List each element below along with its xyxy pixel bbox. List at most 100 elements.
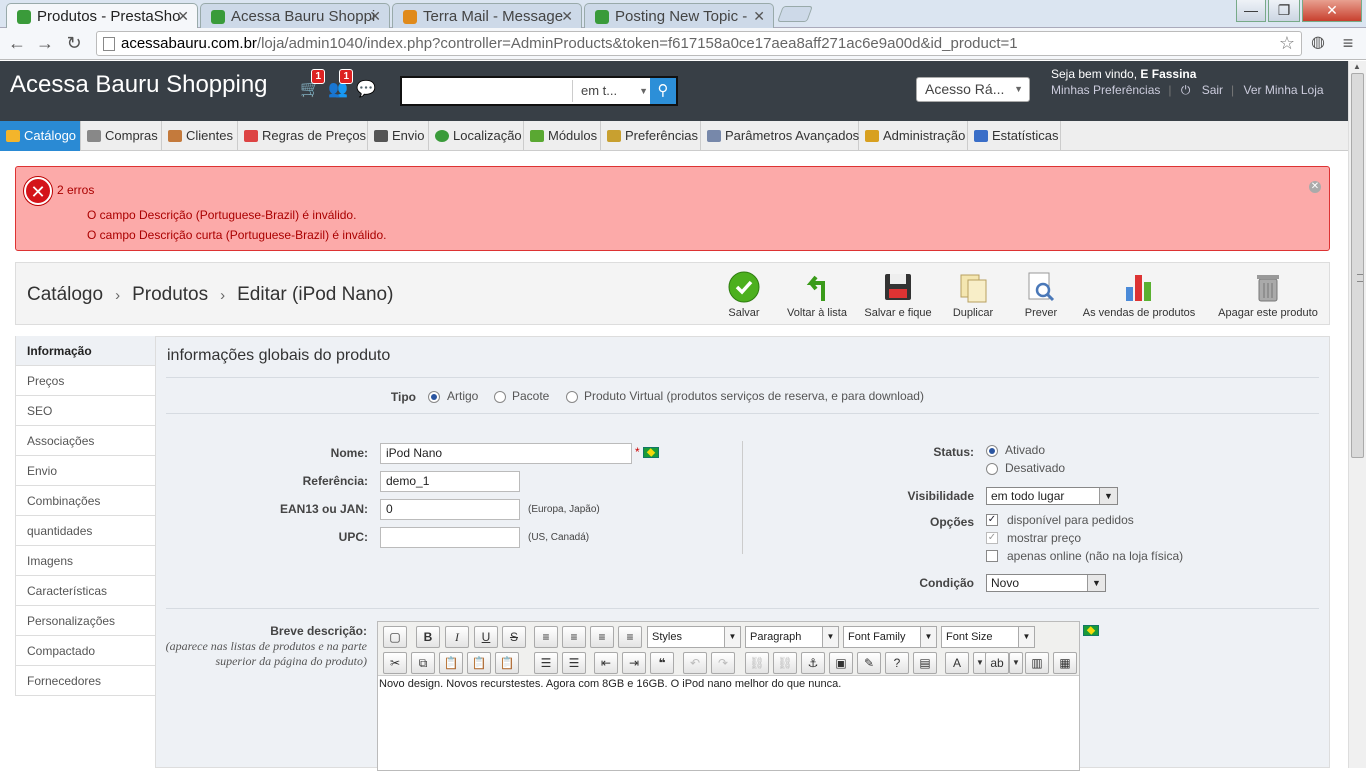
- anchor-icon[interactable]: ⚓: [801, 652, 825, 674]
- browser-tab-posting[interactable]: Posting New Topic - ✕: [584, 3, 774, 28]
- scroll-up-icon[interactable]: ▲: [1353, 62, 1361, 71]
- tab-associations[interactable]: Associações: [15, 426, 155, 456]
- type-pack-radio[interactable]: [494, 391, 506, 403]
- bookmark-star-icon[interactable]: ☆: [1279, 32, 1295, 55]
- text-color-icon[interactable]: A: [945, 652, 969, 674]
- ean-field[interactable]: 0: [380, 499, 520, 520]
- styles-dropdown[interactable]: Styles ▼: [647, 626, 741, 648]
- browser-tab-acessa[interactable]: Acessa Bauru Shoppi ✕: [200, 3, 390, 28]
- cut-icon[interactable]: ✂: [383, 652, 407, 674]
- save-button[interactable]: Salvar: [724, 271, 764, 319]
- quick-access-select[interactable]: Acesso Rá... ▼: [916, 77, 1030, 102]
- search-button[interactable]: ⚲: [650, 78, 676, 104]
- bullet-list-icon[interactable]: ☰: [534, 652, 558, 674]
- tab-customization[interactable]: Personalizações: [15, 606, 155, 636]
- browser-tab-produtos[interactable]: Produtos - PrestaSho ✕: [6, 3, 198, 28]
- menu-administration[interactable]: Administração: [859, 121, 968, 151]
- unlink-icon[interactable]: ⛓: [773, 652, 797, 674]
- media-icon[interactable]: ▥: [1025, 652, 1049, 674]
- close-icon[interactable]: ✕: [1309, 181, 1321, 193]
- save-and-stay-button[interactable]: Salvar e fique: [863, 271, 933, 319]
- extension-icon[interactable]: ◍: [1306, 32, 1330, 54]
- browser-tab-terra-mail[interactable]: Terra Mail - Message ✕: [392, 3, 582, 28]
- forward-icon[interactable]: →: [33, 32, 57, 54]
- back-icon[interactable]: ←: [5, 32, 29, 54]
- maximize-button[interactable]: ❐: [1268, 0, 1300, 22]
- brazil-flag-icon[interactable]: [643, 447, 659, 458]
- editor-content[interactable]: Novo design. Novos recurstestes. Agora c…: [378, 678, 841, 690]
- menu-price-rules[interactable]: Regras de Preços: [238, 121, 368, 151]
- reload-icon[interactable]: ↻: [62, 32, 86, 54]
- my-preferences-link[interactable]: Minhas Preferências: [1051, 83, 1160, 97]
- italic-icon[interactable]: I: [445, 626, 469, 648]
- align-right-icon[interactable]: ≡: [590, 626, 614, 648]
- online-only-checkbox[interactable]: [986, 550, 998, 562]
- tab-combinations[interactable]: Combinações: [15, 486, 155, 516]
- copy-icon[interactable]: ⧉: [411, 652, 435, 674]
- search-scope-select[interactable]: em t... ▼: [572, 80, 652, 102]
- highlight-color-icon[interactable]: ab: [985, 652, 1009, 674]
- visibility-select[interactable]: em todo lugar ▼: [986, 487, 1118, 505]
- type-virtual-radio[interactable]: [566, 391, 578, 403]
- indent-icon[interactable]: ⇥: [622, 652, 646, 674]
- page-scrollbar[interactable]: ▲: [1348, 61, 1366, 768]
- tab-virtual-product[interactable]: Compactado: [15, 636, 155, 666]
- scrollbar-thumb[interactable]: [1351, 73, 1364, 458]
- menu-statistics[interactable]: Estatísticas: [968, 121, 1061, 151]
- tab-information[interactable]: Informação: [15, 336, 155, 366]
- font-family-dropdown[interactable]: Font Family ▼: [843, 626, 937, 648]
- align-center-icon[interactable]: ≡: [562, 626, 586, 648]
- numbered-list-icon[interactable]: ☰: [562, 652, 586, 674]
- tab-prices[interactable]: Preços: [15, 366, 155, 396]
- cleanup-icon[interactable]: ✎: [857, 652, 881, 674]
- tab-suppliers[interactable]: Fornecedores: [15, 666, 155, 696]
- breadcrumb-catalog[interactable]: Catálogo: [27, 284, 103, 305]
- table-icon[interactable]: ▦: [1053, 652, 1077, 674]
- image-icon[interactable]: ▣: [829, 652, 853, 674]
- brazil-flag-icon[interactable]: [1083, 625, 1099, 636]
- outdent-icon[interactable]: ⇤: [594, 652, 618, 674]
- link-icon[interactable]: ⛓: [745, 652, 769, 674]
- close-tab-icon[interactable]: ✕: [177, 8, 189, 25]
- breadcrumb-products[interactable]: Produtos: [132, 284, 208, 305]
- status-enabled-radio[interactable]: [986, 445, 998, 457]
- close-tab-icon[interactable]: ✕: [369, 8, 381, 25]
- menu-icon[interactable]: ≡: [1336, 32, 1360, 54]
- name-field[interactable]: iPod Nano: [380, 443, 632, 464]
- shop-name[interactable]: Acessa Bauru Shopping: [10, 71, 268, 99]
- preview-button[interactable]: Prever: [1021, 271, 1061, 319]
- undo-icon[interactable]: ↶: [683, 652, 707, 674]
- new-document-icon[interactable]: ▢: [383, 626, 407, 648]
- logout-link[interactable]: Sair: [1202, 83, 1223, 97]
- tab-shipping[interactable]: Envio: [15, 456, 155, 486]
- bold-icon[interactable]: B: [416, 626, 440, 648]
- condition-select[interactable]: Novo ▼: [986, 574, 1106, 592]
- messages-icon[interactable]: 💬: [355, 79, 377, 99]
- chevron-down-icon[interactable]: ▼: [1009, 652, 1023, 674]
- menu-localization[interactable]: Localização: [429, 121, 524, 151]
- upc-field[interactable]: [380, 527, 520, 548]
- type-article-radio[interactable]: [428, 391, 440, 403]
- user-icon[interactable]: 👥 1: [327, 69, 353, 99]
- delete-product-button[interactable]: Apagar este produto: [1217, 271, 1319, 319]
- menu-modules[interactable]: Módulos: [524, 121, 601, 151]
- menu-orders[interactable]: Compras: [81, 121, 162, 151]
- new-tab-button[interactable]: [777, 6, 813, 22]
- paste-word-icon[interactable]: 📋: [495, 652, 519, 674]
- help-icon[interactable]: ?: [885, 652, 909, 674]
- justify-icon[interactable]: ≡: [618, 626, 642, 648]
- minimize-button[interactable]: —: [1236, 0, 1266, 22]
- menu-shipping[interactable]: Envio: [368, 121, 429, 151]
- cart-icon[interactable]: 🛒 1: [299, 69, 325, 99]
- redo-icon[interactable]: ↷: [711, 652, 735, 674]
- menu-preferences[interactable]: Preferências: [601, 121, 701, 151]
- font-size-dropdown[interactable]: Font Size ▼: [941, 626, 1035, 648]
- blockquote-icon[interactable]: ❝: [650, 652, 674, 674]
- product-sales-button[interactable]: As vendas de produtos: [1081, 271, 1197, 319]
- view-shop-link[interactable]: Ver Minha Loja: [1244, 83, 1324, 97]
- address-bar[interactable]: acessabauru.com.br/loja/admin1040/index.…: [96, 31, 1302, 56]
- paragraph-dropdown[interactable]: Paragraph ▼: [745, 626, 839, 648]
- paste-icon[interactable]: 📋: [439, 652, 463, 674]
- show-price-checkbox[interactable]: ✓: [986, 532, 998, 544]
- duplicate-button[interactable]: Duplicar: [951, 271, 995, 319]
